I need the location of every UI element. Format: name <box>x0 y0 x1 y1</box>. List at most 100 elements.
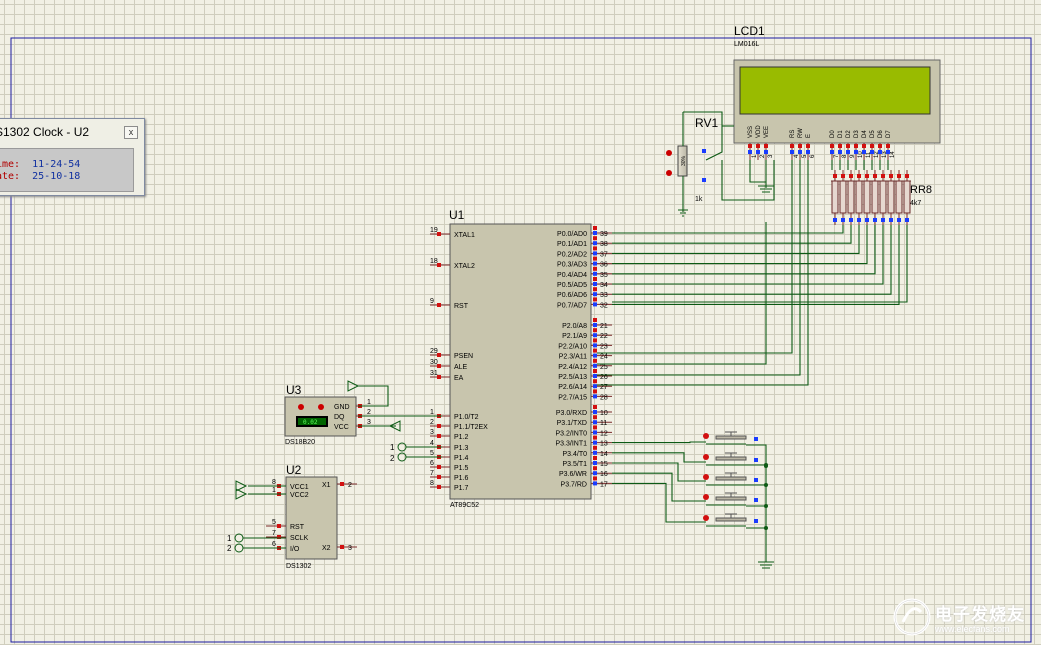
u1-pin-num: 30 <box>430 359 438 366</box>
u1-pin-num: 34 <box>600 282 608 289</box>
pin-marker <box>437 465 441 469</box>
button-actuator[interactable] <box>715 456 747 461</box>
pin-marker <box>754 437 758 441</box>
u1-pin-name: P1.0/T2 <box>454 414 479 421</box>
u3-pin-num: 3 <box>367 419 371 426</box>
resistor[interactable] <box>831 180 839 214</box>
close-icon[interactable]: x <box>124 126 138 139</box>
u1-pin-num: 8 <box>430 480 434 487</box>
pin-marker <box>841 174 845 178</box>
pin-marker <box>593 445 597 450</box>
resistor[interactable] <box>847 180 855 214</box>
pin-marker <box>593 348 597 353</box>
u2-pin-name: I/O <box>290 546 300 553</box>
u1-pin-num: 5 <box>430 450 434 457</box>
push-buttons[interactable] <box>703 431 758 527</box>
date-row: ate: 25-10-18 <box>0 171 80 182</box>
rv1-percent: 30% <box>681 155 687 166</box>
pin-marker <box>830 150 834 154</box>
ds1302-clock-popup[interactable]: S1302 Clock - U2 x ime: 11-24-54 ate: 25… <box>0 118 145 196</box>
probe-p13 <box>397 442 407 452</box>
u1-pin-name: P2.1/A9 <box>562 333 587 340</box>
pin-marker <box>593 318 597 322</box>
u1-pin-name: P0.1/AD1 <box>557 241 587 248</box>
pin-marker <box>857 218 861 222</box>
u1-pin-num: 31 <box>430 370 438 377</box>
pin-marker <box>865 218 869 222</box>
pin-marker <box>593 410 597 414</box>
u1-pin-name: P2.5/A13 <box>558 374 587 381</box>
u1-pin-name: P1.7 <box>454 485 469 492</box>
resistor[interactable] <box>863 180 871 214</box>
u2-pin-name: SCLK <box>290 535 309 542</box>
lcd-pin-name: D5 <box>870 130 876 138</box>
u1-pin-name: P2.0/A8 <box>562 323 587 330</box>
pin-marker <box>798 144 802 148</box>
u1-pin-num: 2 <box>430 419 434 426</box>
pin-marker <box>593 236 597 241</box>
button-gnd-wire <box>746 444 767 529</box>
pin-marker <box>862 144 866 148</box>
button-actuator[interactable] <box>715 496 747 501</box>
schematic-canvas[interactable]: LCD1 LM016L VSS 1 VDD 2 VEE 3 RS 4 RW 5 E 6 D0 7 D1 8 D2… <box>0 0 1041 645</box>
pin-marker <box>593 323 597 327</box>
pin-marker <box>806 150 810 154</box>
pin-marker <box>593 471 597 476</box>
pin-marker <box>340 545 344 549</box>
rp-ref: RR8 <box>910 184 932 196</box>
u1-pin-num: 6 <box>430 460 434 467</box>
resistor[interactable] <box>879 180 887 214</box>
bus-wire <box>612 225 876 275</box>
button-actuator[interactable] <box>715 517 747 522</box>
popup-titlebar[interactable]: S1302 Clock - U2 x <box>0 119 144 145</box>
resistor[interactable] <box>895 180 903 214</box>
resistor[interactable] <box>887 180 895 214</box>
u1-pin-num: 35 <box>600 272 608 279</box>
lcd-pin-num: 3 <box>768 154 774 158</box>
pin-marker <box>878 150 882 154</box>
u2-pin-num: 5 <box>272 519 276 526</box>
pin-marker <box>854 144 858 148</box>
u2-pin-name: VCC1 <box>290 484 309 491</box>
resistor[interactable] <box>903 180 911 214</box>
pin-marker <box>277 524 281 528</box>
u1-pin-num: 13 <box>600 441 608 448</box>
pin-marker <box>838 150 842 154</box>
lcd-pin-name: RS <box>790 130 796 138</box>
pin-marker <box>764 150 768 154</box>
u2-pin-name: X1 <box>322 482 331 489</box>
button-probe <box>703 433 709 439</box>
pin-marker <box>437 375 441 379</box>
pin-marker <box>593 466 597 471</box>
resistor[interactable] <box>855 180 863 214</box>
pin-marker <box>593 292 597 297</box>
pin-marker <box>878 144 882 148</box>
u3-ref: U3 <box>286 383 302 397</box>
pin-marker <box>593 333 597 338</box>
u1-pin-num: 28 <box>600 394 608 401</box>
lcd-pin-num: 9 <box>850 154 856 158</box>
pin-marker <box>886 144 890 148</box>
resistor[interactable] <box>871 180 879 214</box>
u1-pin-num: 32 <box>600 302 608 309</box>
pin-marker <box>593 241 597 246</box>
bus-wires <box>612 160 908 530</box>
u1-pin-name: P2.6/A14 <box>558 384 587 391</box>
pin-marker <box>437 424 441 428</box>
rv1-value: 1k <box>695 196 703 203</box>
lcd-pin-num: 14 <box>890 151 896 158</box>
resistor[interactable] <box>839 180 847 214</box>
junction-dot <box>764 463 768 467</box>
pin-marker <box>593 256 597 261</box>
lcd-pin-name: E <box>806 134 812 138</box>
u1-pin-num: 38 <box>600 241 608 248</box>
lcd-pin-num: 1 <box>752 154 758 158</box>
button-actuator[interactable] <box>715 435 747 440</box>
button-actuator[interactable] <box>715 476 747 481</box>
pin-marker <box>905 218 909 222</box>
u1-part: AT89C52 <box>450 502 479 509</box>
pin-marker <box>593 379 597 384</box>
resistor-pack[interactable] <box>831 170 911 225</box>
lcd-pin-num: 8 <box>842 154 848 158</box>
u1-pin-name: P0.6/AD6 <box>557 292 587 299</box>
